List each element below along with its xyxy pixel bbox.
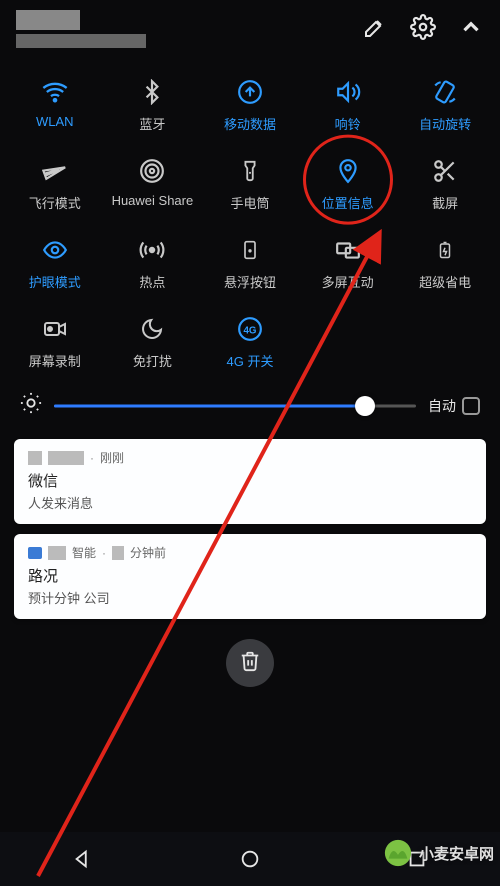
header-title-area bbox=[16, 10, 146, 48]
toggle-label: 护眼模式 bbox=[29, 272, 81, 291]
toggle-label: 热点 bbox=[139, 272, 165, 291]
toggle-label: 手电筒 bbox=[230, 193, 269, 212]
app-name-redacted bbox=[48, 451, 84, 465]
toggle-eye-comfort[interactable]: 护眼模式 bbox=[6, 236, 104, 291]
toggle-ringer[interactable]: 响铃 bbox=[299, 78, 397, 133]
toggle-label: 屏幕录制 bbox=[29, 351, 81, 370]
notification-time: 刚刚 bbox=[100, 449, 124, 466]
toggle-label: 4G 开关 bbox=[227, 351, 274, 370]
speaker-icon bbox=[333, 78, 363, 106]
nav-home-button[interactable] bbox=[237, 846, 263, 872]
nav-back-button[interactable] bbox=[70, 846, 96, 872]
toggle-label: 位置信息 bbox=[322, 193, 374, 212]
video-record-icon bbox=[40, 315, 70, 343]
notification-time: 分钟前 bbox=[130, 544, 166, 561]
toggle-auto-rotate[interactable]: 自动旋转 bbox=[396, 78, 494, 133]
scissors-icon bbox=[430, 157, 460, 185]
notification-card[interactable]: · 刚刚 微信 人发来消息 bbox=[14, 439, 486, 524]
notification-title: 路况 bbox=[28, 565, 472, 586]
floating-dock-icon bbox=[235, 236, 265, 264]
toggle-location[interactable]: 位置信息 bbox=[299, 157, 397, 212]
chevron-up-icon[interactable] bbox=[458, 14, 484, 40]
toggle-4g-switch[interactable]: 4G 4G 开关 bbox=[201, 315, 299, 370]
wifi-icon bbox=[40, 78, 70, 106]
time-redacted bbox=[16, 10, 80, 30]
airplane-icon bbox=[40, 157, 70, 185]
toggle-bluetooth[interactable]: 蓝牙 bbox=[104, 78, 202, 133]
brightness-sun-icon bbox=[20, 392, 42, 419]
toggle-label: 自动旋转 bbox=[419, 114, 471, 133]
checkbox-icon bbox=[462, 397, 480, 415]
toggle-screenshot[interactable]: 截屏 bbox=[396, 157, 494, 212]
auto-brightness-toggle[interactable]: 自动 bbox=[428, 396, 480, 416]
toggle-label: WLAN bbox=[36, 114, 74, 129]
toggle-label: 蓝牙 bbox=[139, 114, 165, 133]
toggle-label: 飞行模式 bbox=[29, 193, 81, 212]
watermark-text: 小麦安卓网 bbox=[419, 843, 494, 864]
hotspot-icon bbox=[137, 236, 167, 264]
app-icon bbox=[28, 547, 42, 559]
toggle-label: 移动数据 bbox=[224, 114, 276, 133]
toggle-label: Huawei Share bbox=[112, 193, 194, 208]
mobile-data-icon bbox=[235, 78, 265, 106]
watermark-logo-icon bbox=[383, 838, 413, 868]
toggle-label: 响铃 bbox=[335, 114, 361, 133]
app-name-redacted bbox=[48, 546, 66, 560]
trash-icon bbox=[239, 650, 261, 677]
clear-all-button[interactable] bbox=[226, 639, 274, 687]
notification-body: 预计分钟 公司 bbox=[28, 588, 472, 607]
flashlight-icon bbox=[235, 157, 265, 185]
toggle-ultra-power-saving[interactable]: 超级省电 bbox=[396, 236, 494, 291]
multi-screen-icon bbox=[333, 236, 363, 264]
toggle-label: 截屏 bbox=[432, 193, 458, 212]
gear-icon[interactable] bbox=[410, 14, 436, 40]
notifications-list: · 刚刚 微信 人发来消息 智能 · 分钟前 路况 预计分钟 公司 bbox=[0, 435, 500, 623]
toggle-screen-record[interactable]: 屏幕录制 bbox=[6, 315, 104, 370]
toggle-airplane[interactable]: 飞行模式 bbox=[6, 157, 104, 212]
battery-saver-icon bbox=[430, 236, 460, 264]
notification-shade: WLAN 蓝牙 移动数据 响铃 自动旋转 bbox=[0, 0, 500, 886]
four-g-icon: 4G bbox=[235, 315, 265, 343]
brightness-slider[interactable] bbox=[54, 396, 416, 416]
location-pin-icon bbox=[333, 157, 363, 185]
moon-icon bbox=[137, 315, 167, 343]
toggle-hotspot[interactable]: 热点 bbox=[104, 236, 202, 291]
toggle-label: 多屏互动 bbox=[322, 272, 374, 291]
bluetooth-icon bbox=[137, 78, 167, 106]
brightness-row: 自动 bbox=[0, 374, 500, 435]
toggle-label: 免打扰 bbox=[133, 351, 172, 370]
app-icon-redacted bbox=[28, 451, 42, 465]
eye-icon bbox=[40, 236, 70, 264]
svg-text:4G: 4G bbox=[243, 325, 256, 336]
toggle-flashlight[interactable]: 手电筒 bbox=[201, 157, 299, 212]
toggle-mobile-data[interactable]: 移动数据 bbox=[201, 78, 299, 133]
auto-brightness-label: 自动 bbox=[428, 396, 456, 416]
toggle-label: 超级省电 bbox=[419, 272, 471, 291]
notification-body: 人发来消息 bbox=[28, 493, 472, 512]
toggle-label: 悬浮按钮 bbox=[224, 272, 276, 291]
date-redacted bbox=[16, 34, 146, 48]
toggle-wlan[interactable]: WLAN bbox=[6, 78, 104, 133]
auto-rotate-icon bbox=[430, 78, 460, 106]
notification-title: 微信 bbox=[28, 470, 472, 491]
quick-settings-grid: WLAN 蓝牙 移动数据 响铃 自动旋转 bbox=[0, 62, 500, 374]
notification-card[interactable]: 智能 · 分钟前 路况 预计分钟 公司 bbox=[14, 534, 486, 619]
toggle-do-not-disturb[interactable]: 免打扰 bbox=[104, 315, 202, 370]
toggle-floating-dock[interactable]: 悬浮按钮 bbox=[201, 236, 299, 291]
edit-icon[interactable] bbox=[362, 14, 388, 40]
huawei-share-icon bbox=[137, 157, 167, 185]
shade-header bbox=[0, 0, 500, 62]
watermark: 小麦安卓网 bbox=[383, 838, 494, 868]
toggle-huawei-share[interactable]: Huawei Share bbox=[104, 157, 202, 212]
toggle-multi-screen[interactable]: 多屏互动 bbox=[299, 236, 397, 291]
